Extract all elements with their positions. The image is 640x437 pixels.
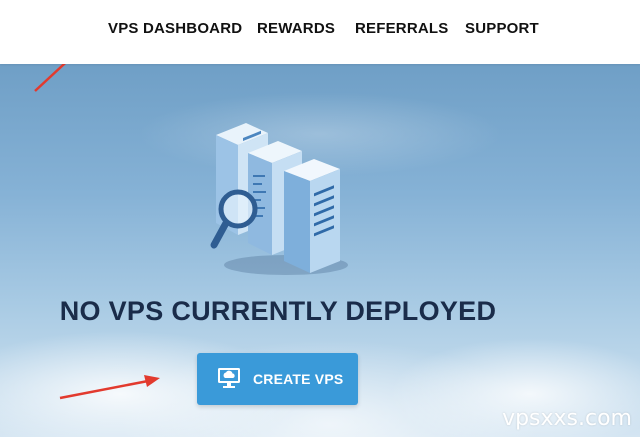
top-navigation: VPS DASHBOARD REWARDS REFERRALS SUPPORT (0, 0, 640, 64)
empty-state-heading: NO VPS CURRENTLY DEPLOYED (59, 296, 497, 326)
watermark: vpsxxs.com (502, 406, 632, 431)
servers-magnifier-icon (210, 123, 348, 275)
create-vps-button[interactable]: CREATE VPS (197, 353, 358, 405)
create-vps-label: CREATE VPS (253, 371, 344, 387)
nav-referrals[interactable]: REFERRALS (355, 20, 448, 37)
nav-rewards[interactable]: REWARDS (257, 20, 335, 37)
nav-vps-dashboard[interactable]: VPS DASHBOARD (108, 20, 242, 37)
nav-support[interactable]: SUPPORT (465, 20, 539, 37)
monitor-cloud-icon (218, 368, 240, 388)
